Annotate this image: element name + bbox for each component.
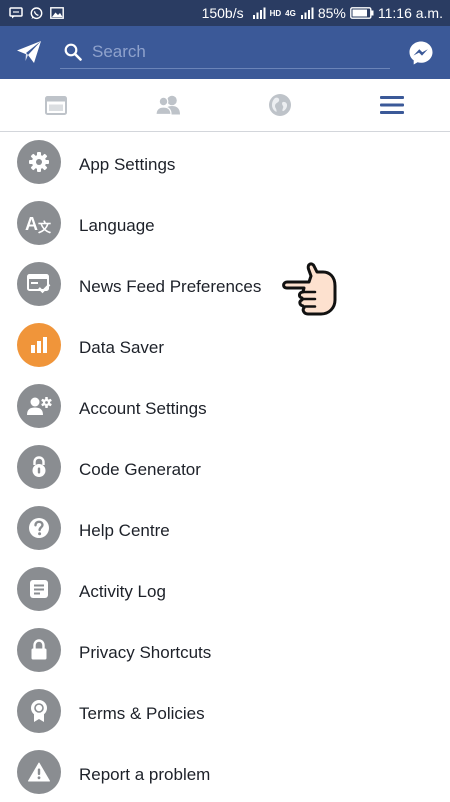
whatsapp-icon bbox=[30, 6, 43, 19]
tab-news-feed[interactable] bbox=[0, 79, 112, 131]
menu-item-terms-policies[interactable]: Terms & Policies bbox=[0, 680, 450, 741]
search-field[interactable]: Search bbox=[60, 36, 390, 69]
pointing-hand-icon bbox=[282, 262, 337, 316]
search-placeholder: Search bbox=[92, 42, 146, 61]
battery-icon bbox=[349, 7, 374, 19]
app-bar: Search bbox=[0, 26, 450, 79]
menu-item-label: Privacy Shortcuts bbox=[79, 643, 212, 662]
tab-more-menu[interactable] bbox=[336, 79, 448, 131]
menu-item-app-settings[interactable]: App Settings bbox=[0, 131, 450, 192]
menu-item-label: Code Generator bbox=[79, 460, 201, 479]
menu-item-data-saver[interactable]: Data Saver bbox=[0, 314, 450, 375]
hd-badge: HD bbox=[269, 8, 282, 18]
clock: 11:16 a.m. bbox=[377, 5, 443, 21]
menu-item-label: App Settings bbox=[79, 155, 176, 174]
gallery-icon bbox=[50, 7, 64, 19]
help-icon bbox=[17, 506, 61, 550]
menu-item-label: Account Settings bbox=[79, 399, 207, 418]
menu-item-label: Data Saver bbox=[79, 338, 165, 357]
send-icon[interactable] bbox=[16, 40, 42, 64]
tab-bar bbox=[0, 79, 450, 132]
svg-text:A: A bbox=[25, 214, 38, 234]
message-notification-icon bbox=[9, 7, 23, 19]
menu-item-label: Terms & Policies bbox=[79, 704, 205, 723]
data-saver-icon bbox=[17, 323, 61, 367]
menu-item-news-feed-preferences[interactable]: News Feed Preferences bbox=[0, 253, 450, 314]
menu-item-label: Language bbox=[79, 216, 155, 235]
menu-item-label: News Feed Preferences bbox=[79, 277, 262, 296]
privacy-lock-icon bbox=[17, 628, 61, 672]
messenger-icon[interactable] bbox=[408, 40, 434, 66]
search-icon bbox=[64, 43, 82, 61]
svg-text:文: 文 bbox=[38, 220, 52, 234]
gear-icon bbox=[17, 140, 61, 184]
warning-icon bbox=[17, 750, 61, 794]
menu-item-account-settings[interactable]: Account Settings bbox=[0, 375, 450, 436]
tab-friends[interactable] bbox=[112, 79, 224, 131]
activity-log-icon bbox=[17, 567, 61, 611]
account-settings-icon bbox=[17, 384, 61, 428]
menu-item-label: Report a problem bbox=[79, 765, 211, 784]
menu-item-code-generator[interactable]: Code Generator bbox=[0, 436, 450, 497]
menu-item-help-centre[interactable]: Help Centre bbox=[0, 497, 450, 558]
menu-item-activity-log[interactable]: Activity Log bbox=[0, 558, 450, 619]
settings-menu-list: App Settings A 文 Language News Feed Pref… bbox=[0, 131, 450, 802]
menu-item-language[interactable]: A 文 Language bbox=[0, 192, 450, 253]
globe-icon bbox=[269, 94, 291, 116]
menu-item-privacy-shortcuts[interactable]: Privacy Shortcuts bbox=[0, 619, 450, 680]
signal-strength-icon-2 bbox=[300, 7, 314, 19]
news-feed-preferences-icon bbox=[17, 262, 61, 306]
status-notifications bbox=[0, 6, 64, 20]
menu-item-label: Help Centre bbox=[79, 521, 170, 540]
news-feed-icon bbox=[45, 95, 67, 115]
status-bar: 150b/s HD 4G 85% 11:16 a.m. bbox=[0, 0, 450, 26]
menu-item-report-a-problem[interactable]: Report a problem bbox=[0, 741, 450, 802]
network-speed: 150b/s bbox=[201, 5, 244, 21]
lock-code-icon bbox=[17, 445, 61, 489]
battery-percentage: 85% bbox=[317, 5, 346, 21]
hamburger-menu-icon bbox=[380, 96, 404, 114]
status-indicators: 150b/s HD 4G 85% 11:16 a.m. bbox=[202, 5, 450, 21]
terms-badge-icon bbox=[17, 689, 61, 733]
tab-notifications[interactable] bbox=[224, 79, 336, 131]
network-type-badge: 4G bbox=[285, 8, 296, 18]
menu-item-label: Activity Log bbox=[79, 582, 166, 601]
language-icon: A 文 bbox=[17, 201, 61, 245]
signal-strength-icon bbox=[252, 7, 266, 19]
friends-icon bbox=[155, 95, 180, 115]
